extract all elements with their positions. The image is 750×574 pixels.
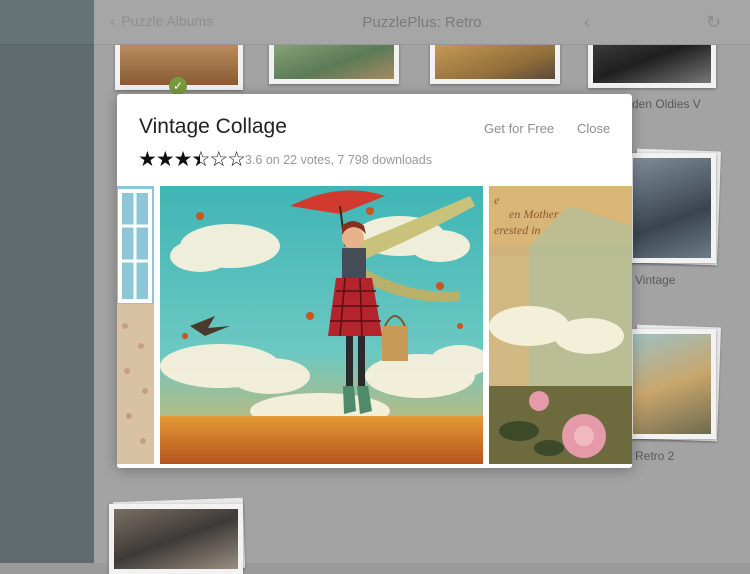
refresh-icon[interactable]: ↻ — [706, 12, 721, 33]
svg-text:en Mother: en Mother — [509, 207, 559, 221]
puzzle-title: Vintage Collage — [139, 115, 287, 138]
svg-text:erested in: erested in — [494, 223, 541, 237]
sidebar — [0, 0, 94, 563]
preview-image-next[interactable]: e en Mother erested in — [489, 186, 632, 464]
page-title: PuzzlePlus: Retro — [362, 14, 482, 31]
preview-image-main[interactable] — [160, 186, 483, 464]
star-empty-icon: ☆☆ — [209, 148, 246, 171]
puzzle-thumb-camera-couple[interactable] — [109, 504, 243, 574]
selected-check-icon: ✓ — [169, 77, 187, 95]
preview-image-previous[interactable] — [117, 186, 154, 464]
svg-text:e: e — [494, 193, 500, 207]
star-half-icon: ☆★ — [191, 147, 210, 172]
puzzle-thumb-vintage-car[interactable] — [628, 153, 716, 263]
puzzle-detail-modal: Vintage Collage Get for Free Close ★★★☆★… — [117, 94, 632, 468]
rating-summary: 3.6 on 22 votes, 7 798 downloads — [245, 153, 432, 167]
star-half-fill: ★ — [191, 147, 200, 172]
get-for-free-button[interactable]: Get for Free — [484, 121, 554, 136]
album-label-retro-2: Retro 2 — [635, 449, 675, 463]
nav-bar: ‹ Puzzle Albums PuzzlePlus: Retro ‹ ↻ — [94, 0, 750, 45]
album-label-golden-oldies: den Oldies V — [632, 97, 701, 111]
rating-stars: ★★★☆★☆☆ — [138, 147, 246, 172]
album-label-vintage: Vintage — [635, 273, 676, 287]
star-full-icon: ★★★ — [138, 148, 192, 171]
puzzle-thumb-retro-woman[interactable] — [628, 329, 716, 439]
preview-gallery[interactable]: e en Mother erested in — [117, 186, 632, 468]
nav-back-icon[interactable]: ‹ — [584, 12, 590, 33]
sidebar-header — [0, 0, 94, 45]
close-button[interactable]: Close — [577, 121, 610, 136]
